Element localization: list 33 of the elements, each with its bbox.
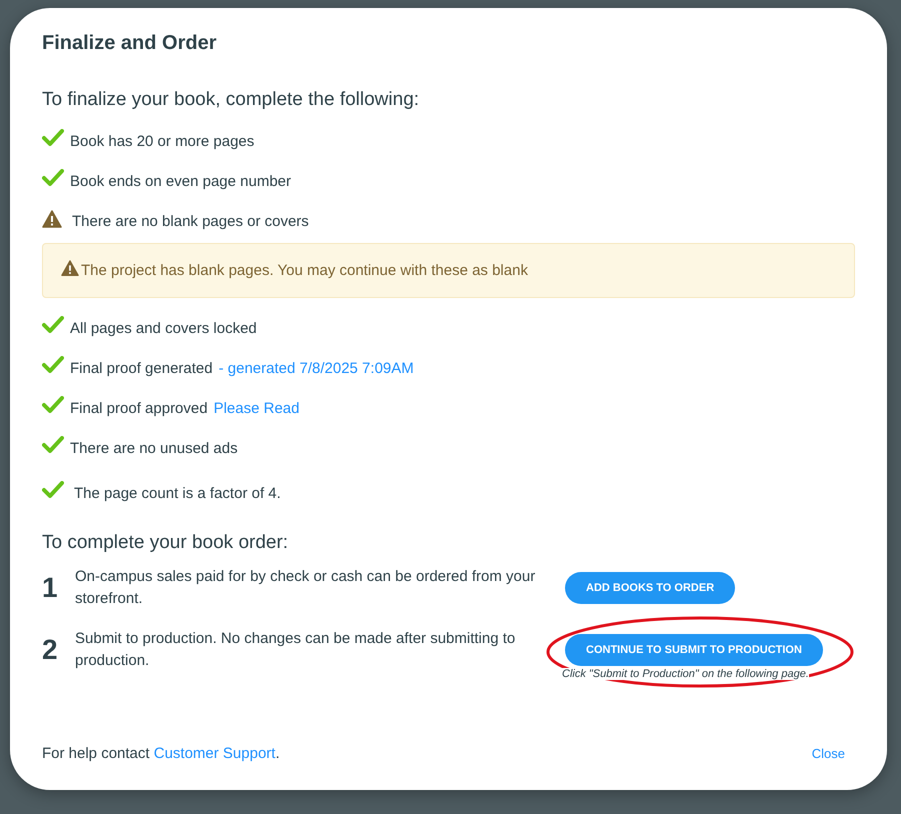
checklist-text: Final proof generated <box>70 360 213 376</box>
check-icon <box>42 169 64 187</box>
check-icon <box>42 129 64 147</box>
check-icon <box>42 316 64 334</box>
checklist-text: Book has 20 or more pages <box>70 132 254 150</box>
section-heading: To finalize your book, complete the following: <box>42 89 420 111</box>
check-icon <box>42 356 64 374</box>
step-text: On-campus sales paid for by check or cash can be ordered from your storefront. <box>75 567 536 609</box>
checklist-text: There are no unused ads <box>70 440 238 456</box>
warning-icon <box>42 210 62 228</box>
checklist-text: The page count is a factor of 4. <box>74 484 281 502</box>
step-number: 2 <box>42 634 59 666</box>
link[interactable]: Please Read <box>214 400 300 416</box>
link[interactable]: - generated 7/8/2025 7:09AM <box>218 360 414 376</box>
support-link[interactable]: Customer Support <box>154 745 276 762</box>
dialog-title: Finalize and Order <box>42 32 218 55</box>
checklist-text: All pages and covers locked <box>70 320 257 336</box>
checklist-text: Book ends on even page number <box>70 172 291 190</box>
alert-text: The project has blank pages. You may continue with these as blank <box>81 262 528 279</box>
step-number: 1 <box>42 572 59 604</box>
checklist-text: There are no blank pages or covers <box>72 212 309 230</box>
help-text: For help contact Customer Support. <box>42 745 280 762</box>
action-button[interactable]: ADD BOOKS TO ORDER <box>565 572 736 604</box>
check-icon <box>42 396 64 414</box>
warning-icon <box>61 260 79 277</box>
action-button[interactable]: CONTINUE TO SUBMIT TO PRODUCTION <box>565 634 823 666</box>
checklist-text: Final proof approved <box>70 400 208 416</box>
close-link[interactable]: Close <box>812 746 845 761</box>
section-heading: To complete your book order: <box>42 532 290 554</box>
step-text: Submit to production. No changes can be made after submitting to production. <box>75 629 516 671</box>
button-note: Click "Submit to Production" on the following page. <box>562 668 809 680</box>
check-icon <box>42 436 64 454</box>
check-icon <box>42 481 64 499</box>
